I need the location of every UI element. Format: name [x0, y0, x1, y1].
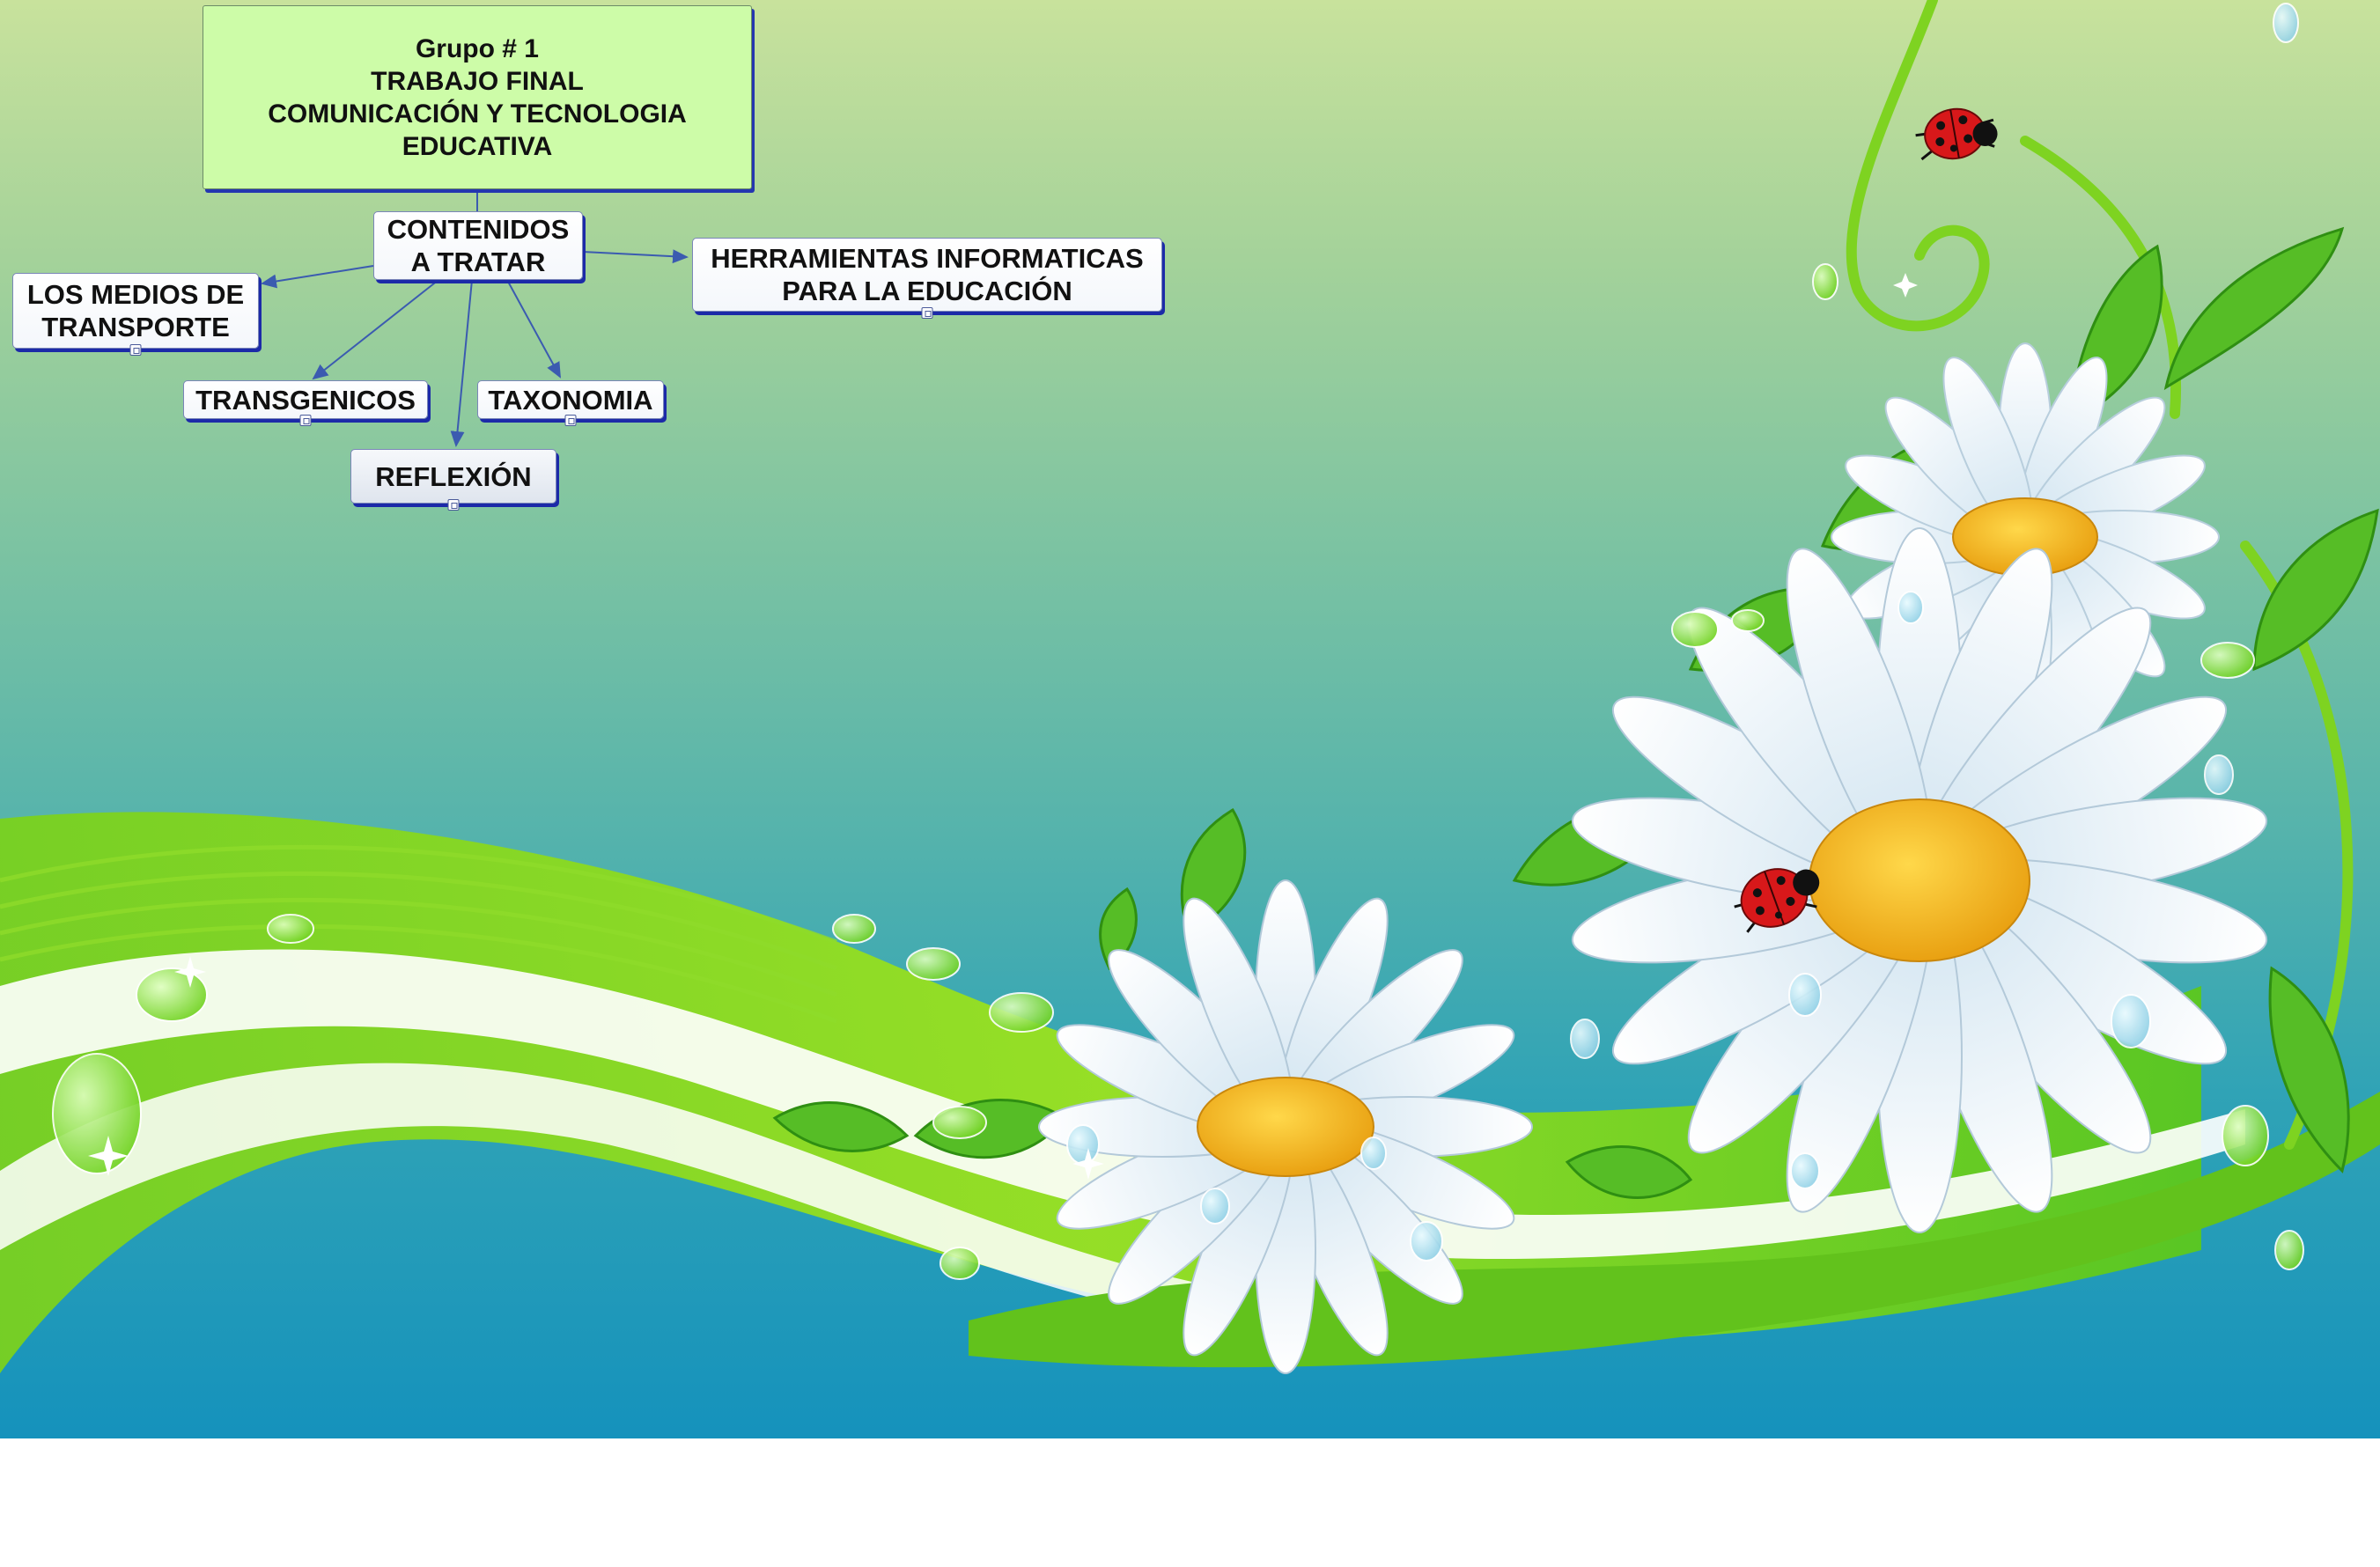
daisy-flower-icon — [1038, 879, 1533, 1374]
attachment-icon[interactable] — [564, 415, 577, 426]
concept-map-canvas: Grupo # 1 TRABAJO FINAL COMUNICACIÓN Y T… — [0, 0, 2380, 1438]
ladybug-icon — [1915, 107, 1998, 161]
topic-node-label: LOS MEDIOS DE TRANSPORTE — [26, 279, 245, 342]
attachment-icon[interactable] — [299, 415, 312, 426]
topic-node-label: TRANSGENICOS — [195, 384, 416, 416]
topic-node-transporte[interactable]: LOS MEDIOS DE TRANSPORTE — [12, 273, 259, 356]
topic-node-label: HERRAMIENTAS INFORMATICAS PARA LA EDUCAC… — [711, 243, 1144, 306]
topic-node-label: TAXONOMIA — [488, 384, 653, 416]
floral-background-art — [0, 0, 2380, 1374]
topic-node-label: REFLEXIÓN — [375, 460, 532, 492]
topic-node-transgenicos[interactable]: TRANSGENICOS — [183, 380, 428, 426]
topic-node-taxonomia[interactable]: TAXONOMIA — [477, 380, 664, 426]
attachment-icon[interactable] — [447, 499, 460, 511]
topic-node-reflexion[interactable]: REFLEXIÓN — [350, 449, 556, 511]
central-node-label: CONTENIDOS A TRATAR — [387, 214, 570, 277]
attachment-icon[interactable] — [921, 307, 933, 319]
title-node-label: Grupo # 1 TRABAJO FINAL COMUNICACIÓN Y T… — [268, 33, 687, 161]
central-node-contenidos[interactable]: CONTENIDOS A TRATAR — [373, 211, 583, 280]
title-node[interactable]: Grupo # 1 TRABAJO FINAL COMUNICACIÓN Y T… — [203, 5, 752, 189]
topic-node-herramientas[interactable]: HERRAMIENTAS INFORMATICAS PARA LA EDUCAC… — [692, 238, 1162, 319]
attachment-icon[interactable] — [129, 344, 142, 356]
